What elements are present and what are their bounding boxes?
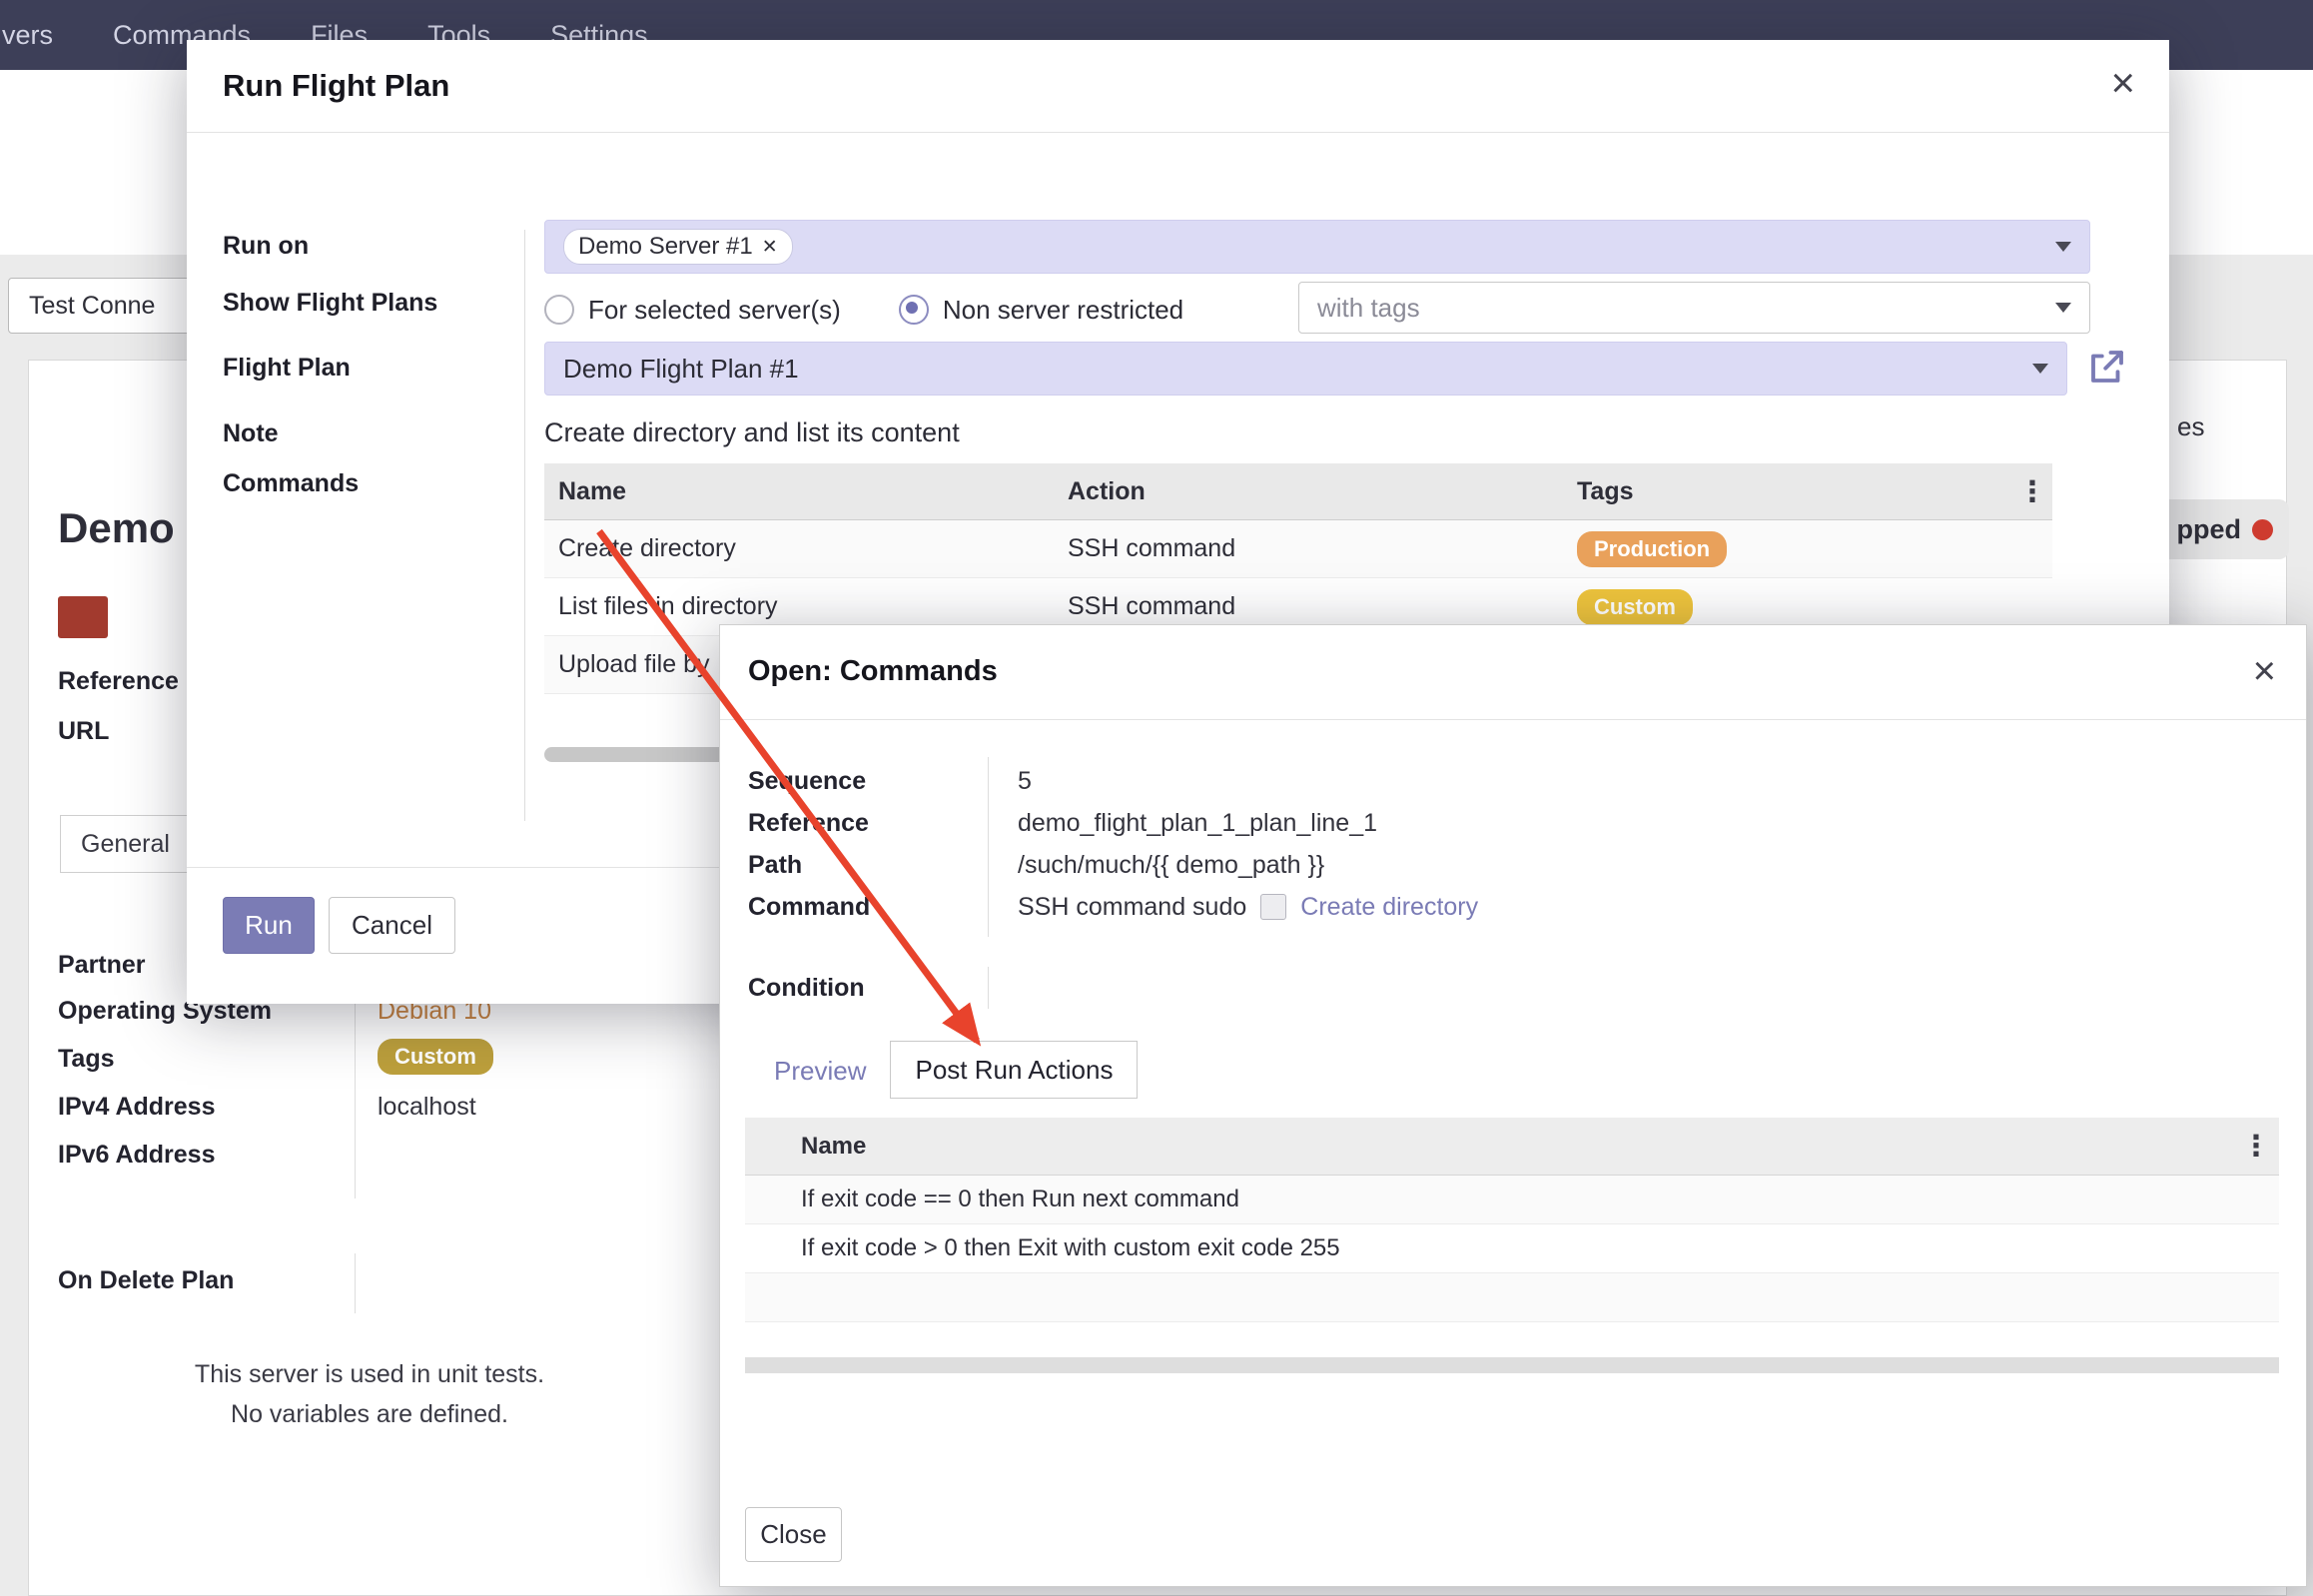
with-tags-dropdown[interactable]: with tags bbox=[1298, 282, 2090, 334]
radio-selected-servers-label[interactable]: For selected server(s) bbox=[588, 295, 841, 326]
horizontal-scrollbar[interactable] bbox=[745, 1357, 2279, 1373]
radio-non-server-restricted-label[interactable]: Non server restricted bbox=[943, 295, 1183, 326]
notebook-tabs: Preview Post Run Actions bbox=[750, 1041, 1138, 1099]
server-chip-label: Demo Server #1 bbox=[578, 233, 753, 261]
url-label: URL bbox=[58, 717, 109, 746]
path-label: Path bbox=[748, 851, 988, 880]
nav-item-servers[interactable]: vers bbox=[0, 20, 83, 51]
open-commands-modal: Open: Commands × Sequence 5 Reference de… bbox=[719, 624, 2307, 1587]
run-modal-close-icon[interactable]: × bbox=[2110, 62, 2135, 104]
table-options-icon[interactable]: ⋮ bbox=[2012, 474, 2052, 509]
server-title: Demo bbox=[58, 504, 175, 552]
radio-non-server-restricted[interactable] bbox=[899, 295, 929, 325]
commands-modal-close-icon[interactable]: × bbox=[2253, 651, 2276, 691]
note-label: Note bbox=[223, 419, 279, 448]
run-modal-header-divider bbox=[187, 132, 2169, 133]
tags-custom-badge: Custom bbox=[378, 1039, 493, 1075]
command-value: SSH command sudo bbox=[1018, 893, 1246, 922]
row-name: Create directory bbox=[544, 534, 1054, 563]
condition-divider bbox=[988, 967, 989, 1009]
condition-field: Condition bbox=[748, 967, 988, 1009]
ipv6-label: IPv6 Address bbox=[58, 1141, 215, 1170]
row-name: If exit code > 0 then Exit with custom e… bbox=[801, 1234, 2233, 1262]
table-row[interactable]: Create directory SSH command Production bbox=[544, 520, 2052, 578]
tab-post-run-actions[interactable]: Post Run Actions bbox=[890, 1041, 1138, 1099]
chevron-down-icon bbox=[2055, 303, 2071, 313]
radio-selected-servers[interactable] bbox=[544, 295, 574, 325]
notes-text-fragment: es bbox=[2177, 411, 2204, 442]
show-flight-plans-label: Show Flight Plans bbox=[223, 289, 437, 318]
reference-label: Reference bbox=[748, 809, 988, 838]
external-link-icon[interactable] bbox=[2086, 346, 2128, 388]
command-field: Command SSH command sudo Create director… bbox=[748, 886, 1478, 928]
table-row[interactable]: If exit code == 0 then Run next command bbox=[745, 1176, 2279, 1224]
chip-remove-icon[interactable]: ✕ bbox=[762, 236, 778, 259]
unit-test-note: This server is used in unit tests. No va… bbox=[100, 1354, 639, 1434]
commands-label: Commands bbox=[223, 469, 359, 498]
status-dot-icon bbox=[2252, 519, 2273, 540]
ipv4-value: localhost bbox=[378, 1093, 476, 1122]
with-tags-dropdown-value: with tags bbox=[1317, 293, 1420, 324]
chevron-down-icon bbox=[2032, 364, 2048, 374]
run-modal-group-divider bbox=[524, 230, 525, 821]
run-modal-title: Run Flight Plan bbox=[223, 68, 449, 104]
post-run-actions-table: Name ⋮ If exit code == 0 then Run next c… bbox=[745, 1118, 2279, 1322]
post-run-actions-header: Name ⋮ bbox=[745, 1118, 2279, 1176]
flight-plan-select[interactable]: Demo Flight Plan #1 bbox=[544, 342, 2067, 396]
unit-test-note-line1: This server is used in unit tests. bbox=[100, 1354, 639, 1394]
run-on-label: Run on bbox=[223, 232, 309, 261]
ipv4-label: IPv4 Address bbox=[58, 1093, 215, 1122]
sequence-value: 5 bbox=[1018, 767, 1032, 796]
reference-field: Reference demo_flight_plan_1_plan_line_1 bbox=[748, 802, 1377, 844]
flight-plan-note-text: Create directory and list its content bbox=[544, 417, 960, 448]
reference-value: demo_flight_plan_1_plan_line_1 bbox=[1018, 809, 1377, 838]
run-on-select[interactable]: Demo Server #1 ✕ bbox=[544, 220, 2090, 274]
table-options-icon[interactable]: ⋮ bbox=[2233, 1129, 2279, 1164]
path-value: /such/much/{{ demo_path }} bbox=[1018, 851, 1324, 880]
create-directory-link[interactable]: Create directory bbox=[1300, 893, 1478, 922]
run-button[interactable]: Run bbox=[223, 897, 315, 954]
close-button[interactable]: Close bbox=[745, 1507, 842, 1562]
flight-plan-select-value: Demo Flight Plan #1 bbox=[563, 354, 799, 385]
sequence-field: Sequence 5 bbox=[748, 760, 1032, 802]
tab-general-label: General bbox=[81, 830, 170, 859]
col-action: Action bbox=[1054, 477, 1563, 506]
command-label: Command bbox=[748, 893, 988, 922]
partner-label: Partner bbox=[58, 951, 146, 980]
form-column-divider-2 bbox=[355, 1253, 356, 1313]
cancel-button[interactable]: Cancel bbox=[329, 897, 455, 954]
row-name: List files in directory bbox=[544, 592, 1054, 621]
row-action: SSH command bbox=[1054, 534, 1563, 563]
color-swatch[interactable] bbox=[58, 596, 108, 638]
col-name: Name bbox=[544, 477, 1054, 506]
table-row[interactable]: If exit code > 0 then Exit with custom e… bbox=[745, 1224, 2279, 1273]
commands-table-header: Name Action Tags ⋮ bbox=[544, 463, 2052, 520]
path-field: Path /such/much/{{ demo_path }} bbox=[748, 844, 1324, 886]
on-delete-plan-label: On Delete Plan bbox=[58, 1266, 234, 1295]
flight-plan-filter-radios: For selected server(s) Non server restri… bbox=[544, 290, 1183, 330]
server-chip: Demo Server #1 ✕ bbox=[563, 229, 793, 265]
commands-modal-header-divider bbox=[720, 719, 2306, 720]
table-row-empty bbox=[745, 1273, 2279, 1322]
tags-label: Tags bbox=[58, 1045, 115, 1074]
flight-plan-label: Flight Plan bbox=[223, 354, 351, 383]
tab-preview[interactable]: Preview bbox=[750, 1043, 890, 1099]
row-action: SSH command bbox=[1054, 592, 1563, 621]
col-name: Name bbox=[801, 1133, 2233, 1161]
chevron-down-icon bbox=[2055, 242, 2071, 252]
sequence-label: Sequence bbox=[748, 767, 988, 796]
command-checkbox[interactable] bbox=[1260, 894, 1286, 920]
condition-label: Condition bbox=[748, 974, 988, 1003]
commands-modal-title: Open: Commands bbox=[748, 655, 998, 688]
status-label: pped bbox=[2177, 514, 2242, 545]
unit-test-note-line2: No variables are defined. bbox=[100, 1394, 639, 1434]
col-tags: Tags bbox=[1563, 477, 2012, 506]
reference-label: Reference bbox=[58, 667, 179, 696]
production-badge: Production bbox=[1577, 531, 1727, 567]
row-name: If exit code == 0 then Run next command bbox=[801, 1186, 2233, 1213]
custom-badge: Custom bbox=[1577, 589, 1693, 625]
